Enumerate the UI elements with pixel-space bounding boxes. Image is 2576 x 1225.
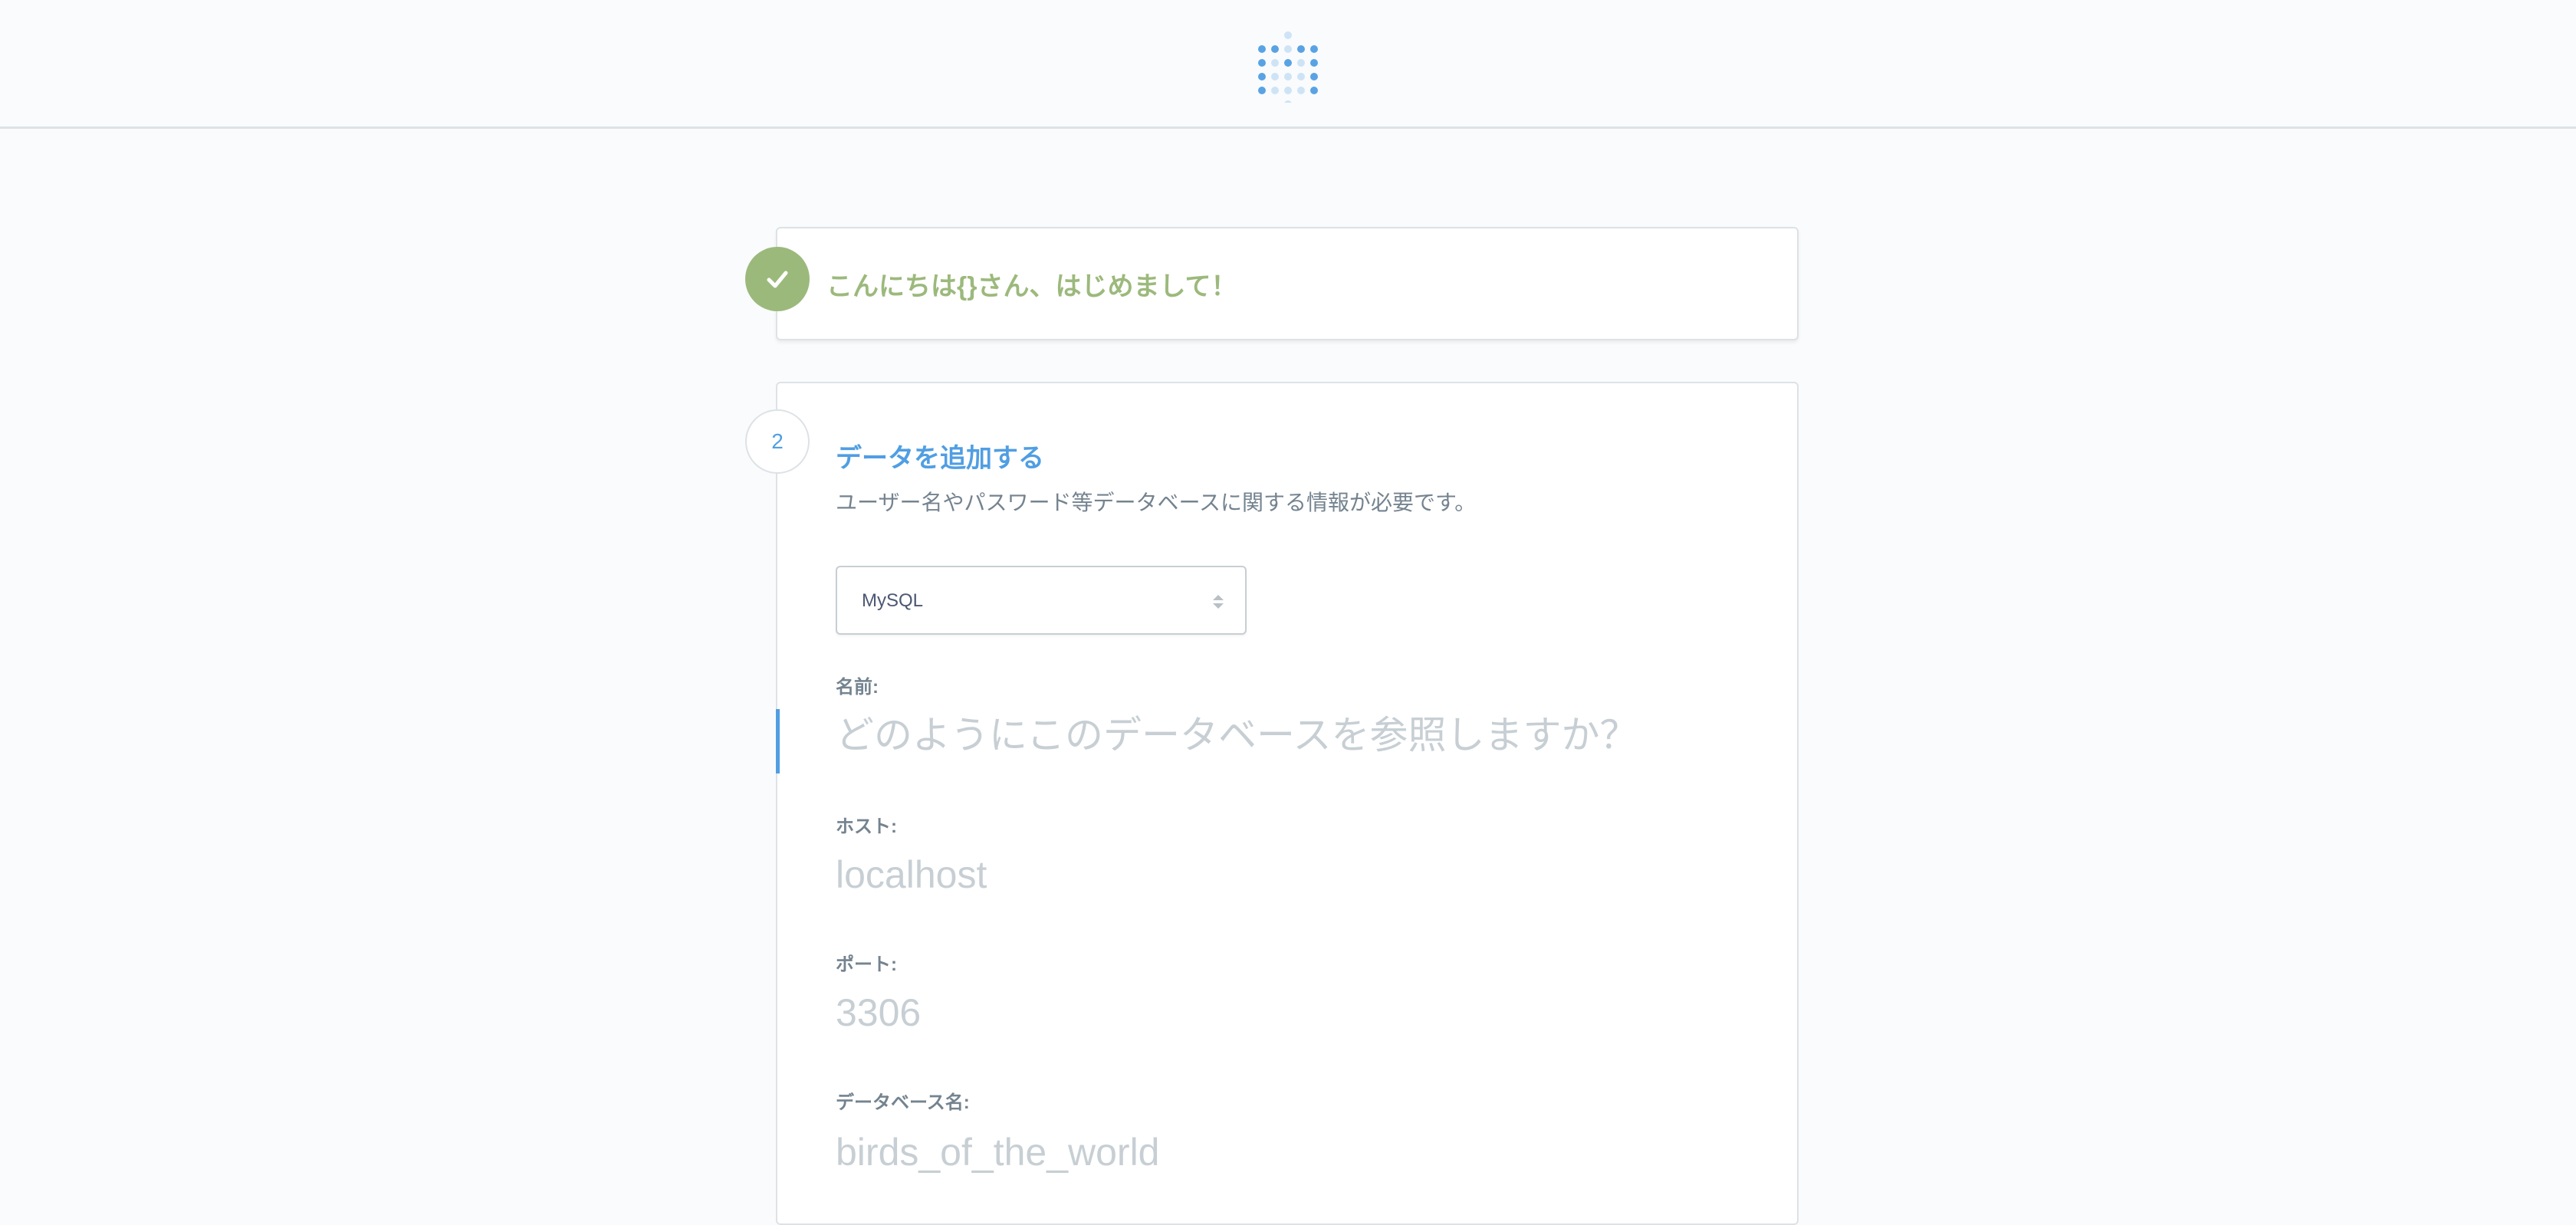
step-1-title[interactable]: こんにちは{}さん、はじめまして！ bbox=[826, 265, 1237, 303]
database-name-field[interactable] bbox=[836, 1125, 1756, 1179]
check-icon bbox=[767, 271, 788, 288]
step-1-complete-badge bbox=[745, 247, 810, 311]
step-2-description: ユーザー名やパスワード等データベースに関する情報が必要です。 bbox=[836, 491, 1477, 514]
database-name-field-label: データベース名: bbox=[836, 1092, 970, 1113]
port-field-label: ポート: bbox=[836, 954, 897, 975]
name-field[interactable] bbox=[836, 708, 1756, 762]
database-type-select[interactable]: MySQL bbox=[836, 566, 1247, 635]
sort-arrows-icon bbox=[1213, 595, 1224, 609]
database-type-value: MySQL bbox=[862, 590, 924, 611]
name-field-label: 名前: bbox=[836, 677, 879, 698]
top-header bbox=[0, 0, 2576, 129]
step-2-number-badge: 2 bbox=[745, 409, 810, 474]
name-field-focus-indicator bbox=[776, 709, 780, 773]
host-field[interactable] bbox=[836, 848, 1756, 902]
port-field[interactable] bbox=[836, 986, 1756, 1039]
metabase-logo[interactable] bbox=[1257, 23, 1319, 103]
host-field-label: ホスト: bbox=[836, 816, 897, 837]
step-2-title: データを追加する bbox=[836, 444, 1044, 473]
